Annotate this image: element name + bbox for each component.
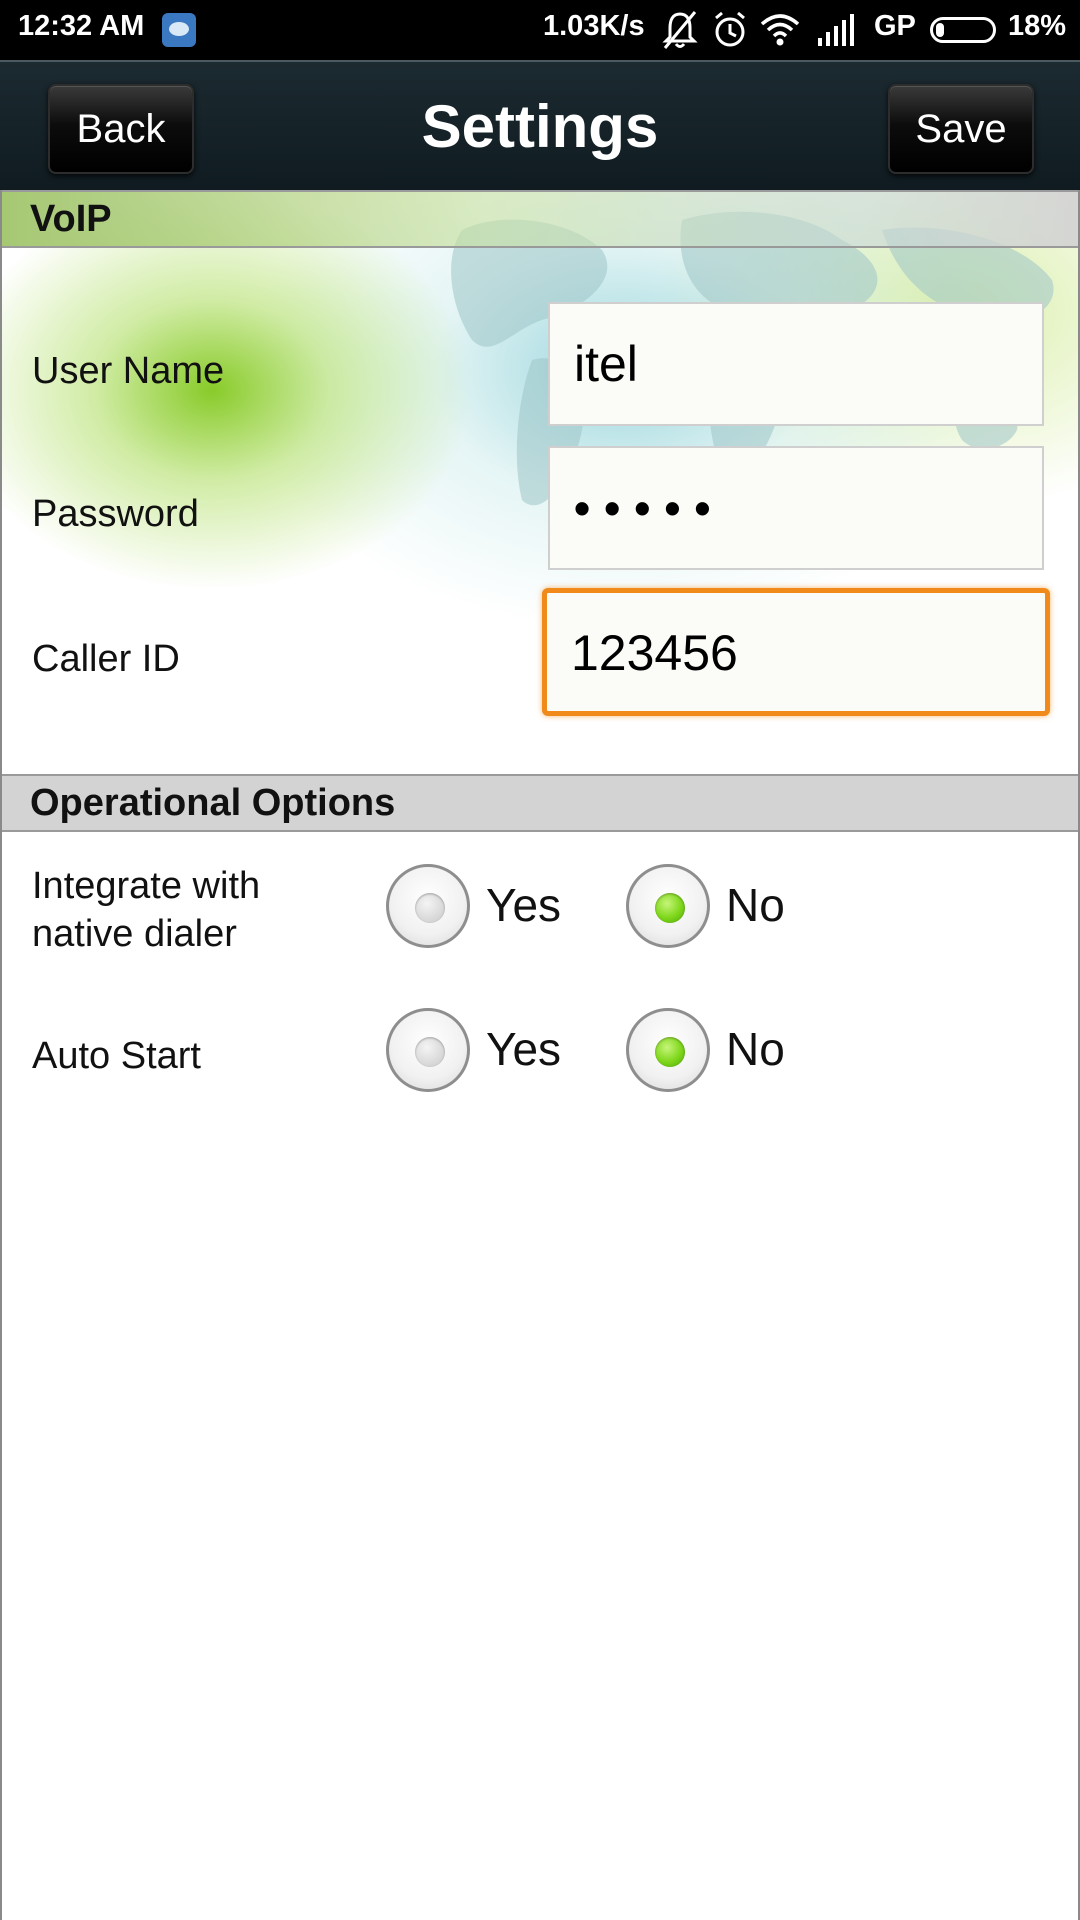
carrier-name: GP [874, 10, 916, 42]
save-button[interactable]: Save [888, 84, 1034, 174]
auto-start-no-radio[interactable]: No [626, 1008, 796, 1094]
radio-no-label: No [726, 1023, 785, 1075]
network-speed: 1.03K/s [543, 10, 645, 42]
radio-yes-label: Yes [486, 1023, 562, 1075]
integrate-dialer-label: Integrate with native dialer [32, 862, 260, 958]
settings-content: VoIP User Name itel Password ••••• Calle… [0, 190, 1080, 1920]
radio-yes-label: Yes [486, 879, 562, 931]
bell-muted-icon [662, 11, 698, 49]
wifi-icon [760, 14, 800, 46]
password-label: Password [32, 493, 199, 535]
caller-id-label: Caller ID [32, 638, 180, 680]
radio-unselected-icon [386, 864, 470, 948]
user-name-label: User Name [32, 350, 225, 392]
operational-options-header: Operational Options [2, 774, 1078, 832]
radio-unselected-icon [386, 1008, 470, 1092]
integrate-dialer-yes-radio[interactable]: Yes [386, 864, 576, 950]
status-time: 12:32 AM [18, 10, 145, 42]
app-notification-icon [162, 13, 196, 47]
password-input[interactable]: ••••• [548, 446, 1044, 570]
radio-selected-icon [626, 864, 710, 948]
auto-start-label: Auto Start [32, 1035, 201, 1077]
status-bar: 12:32 AM 1.03K/s GP 18% [0, 0, 1080, 60]
integrate-dialer-label-line1: Integrate with [32, 865, 261, 907]
auto-start-yes-radio[interactable]: Yes [386, 1008, 576, 1094]
alarm-icon [715, 11, 745, 47]
battery-percent: 18% [1008, 10, 1067, 42]
title-bar: Back Settings Save [0, 60, 1080, 192]
radio-selected-icon [626, 1008, 710, 1092]
voip-panel: VoIP User Name itel Password ••••• Calle… [2, 190, 1078, 776]
signal-icon [818, 14, 854, 46]
battery-icon [930, 17, 996, 43]
integrate-dialer-no-radio[interactable]: No [626, 864, 796, 950]
integrate-dialer-label-line2: native dialer [32, 913, 237, 955]
user-name-input[interactable]: itel [548, 302, 1044, 426]
caller-id-input[interactable]: 123456 [542, 588, 1050, 716]
radio-no-label: No [726, 879, 785, 931]
voip-section-header: VoIP [2, 190, 1078, 248]
